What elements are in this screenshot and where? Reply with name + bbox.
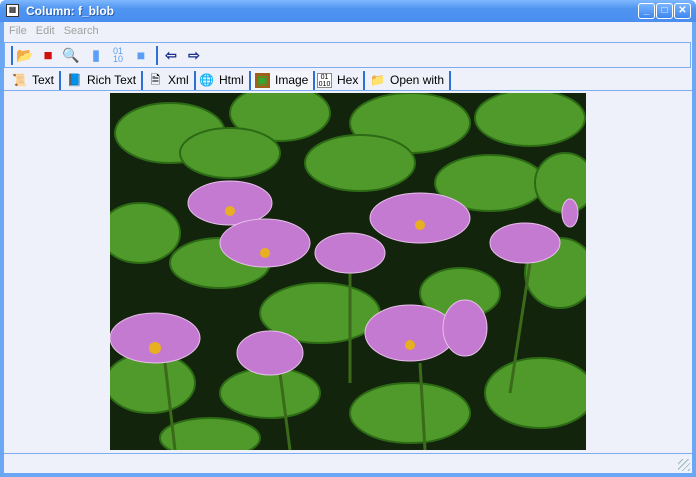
resize-grip[interactable] bbox=[678, 459, 690, 471]
tab-label: Rich Text bbox=[87, 73, 137, 87]
tab-open-with[interactable]: 📁 Open with bbox=[366, 71, 452, 90]
maximize-button[interactable]: □ bbox=[656, 3, 673, 19]
tab-label: Open with bbox=[390, 73, 445, 87]
replace-icon[interactable]: 01 10 bbox=[109, 47, 127, 64]
menu-edit[interactable]: Edit bbox=[36, 22, 55, 40]
text-icon: 📜 bbox=[12, 73, 27, 87]
tab-text[interactable]: 📜 Text bbox=[8, 71, 62, 90]
new-document-icon[interactable]: ▮ bbox=[87, 47, 105, 64]
hex-icon: 01 010 bbox=[317, 73, 332, 88]
toolbar-separator bbox=[156, 46, 158, 65]
tab-image[interactable]: ▣ Image bbox=[251, 71, 316, 90]
view-tabs: 📜 Text 📘 Rich Text 🗎 Xml 🌐 Html ▣ Image 01 010… bbox=[4, 69, 692, 91]
open-with-icon: 📁 bbox=[370, 73, 385, 87]
menu-file[interactable]: File bbox=[9, 22, 27, 40]
status-bar bbox=[4, 453, 692, 473]
window-title: Column: f_blob bbox=[26, 4, 114, 18]
tab-html[interactable]: 🌐 Html bbox=[195, 71, 251, 90]
toolbar: 📂 ■ 🔍 ▮ 01 10 ■ ⇦ ⇨ bbox=[4, 42, 691, 68]
save-icon[interactable]: ■ bbox=[39, 47, 57, 64]
close-button[interactable]: ✕ bbox=[674, 3, 691, 19]
minimize-button[interactable]: _ bbox=[638, 3, 655, 19]
tab-rich-text[interactable]: 📘 Rich Text bbox=[63, 71, 144, 90]
window: ▦ Column: f_blob _ □ ✕ File Edit Search 📂 … bbox=[0, 0, 696, 477]
tab-hex[interactable]: 01 010 Hex bbox=[313, 71, 366, 90]
image-viewer bbox=[4, 92, 692, 452]
html-icon: 🌐 bbox=[199, 73, 214, 87]
tab-label: Xml bbox=[168, 73, 189, 87]
client-area: File Edit Search 📂 ■ 🔍 ▮ 01 10 ■ ⇦ ⇨ 📜 Text … bbox=[4, 22, 692, 473]
tab-label: Image bbox=[275, 73, 309, 87]
menu-search[interactable]: Search bbox=[64, 22, 99, 40]
xml-icon: 🗎 bbox=[150, 73, 161, 87]
tab-label: Hex bbox=[337, 73, 359, 87]
menu-bar: File Edit Search bbox=[4, 22, 692, 40]
app-icon: ▦ bbox=[6, 4, 19, 17]
tab-label: Text bbox=[32, 73, 55, 87]
title-bar[interactable]: ▦ Column: f_blob _ □ ✕ bbox=[0, 0, 696, 22]
open-folder-icon[interactable]: 📂 bbox=[16, 47, 34, 64]
back-arrow-icon[interactable]: ⇦ bbox=[162, 47, 180, 64]
image-preview[interactable] bbox=[110, 93, 586, 450]
lock-icon[interactable]: ■ bbox=[132, 47, 150, 64]
rich-text-icon: 📘 bbox=[67, 73, 82, 87]
tab-xml[interactable]: 🗎 Xml bbox=[144, 71, 196, 90]
forward-arrow-icon[interactable]: ⇨ bbox=[185, 47, 203, 64]
search-icon[interactable]: 🔍 bbox=[62, 47, 80, 64]
image-icon: ▣ bbox=[255, 73, 270, 88]
tab-label: Html bbox=[219, 73, 244, 87]
toolbar-separator bbox=[11, 46, 13, 65]
